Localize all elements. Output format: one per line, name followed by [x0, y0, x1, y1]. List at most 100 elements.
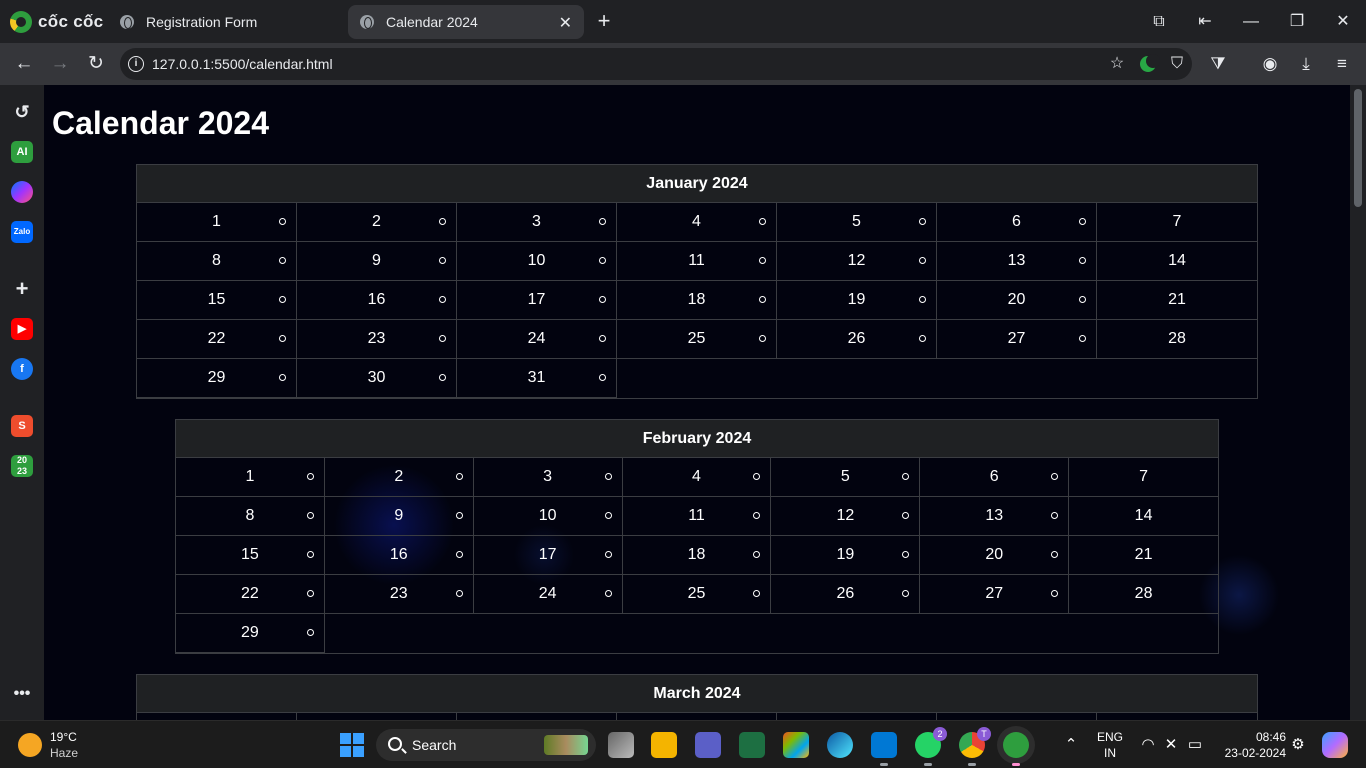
facebook-icon[interactable]: f	[11, 358, 33, 380]
more-options-icon[interactable]: •••	[11, 683, 33, 705]
day-cell[interactable]: 23	[324, 575, 474, 614]
zalo-icon[interactable]: Zalo	[11, 221, 33, 243]
day-cell[interactable]: 14	[1097, 242, 1257, 281]
day-cell[interactable]: 12	[771, 497, 921, 536]
store-icon[interactable]	[783, 732, 809, 758]
day-cell[interactable]: 9	[324, 497, 474, 536]
day-cell[interactable]: 11	[617, 242, 777, 281]
scrollbar[interactable]	[1350, 85, 1366, 720]
day-cell[interactable]: 20	[937, 281, 1097, 320]
day-cell[interactable]: 7	[1097, 203, 1257, 242]
weather-temperature[interactable]: 19°C	[50, 730, 77, 744]
download-icon[interactable]: ⤓	[1294, 52, 1318, 76]
day-cell[interactable]: 29	[137, 359, 297, 398]
day-cell[interactable]: 5	[777, 203, 937, 242]
back-history-icon[interactable]: ⇤	[1193, 10, 1217, 34]
weather-description[interactable]: Haze	[50, 746, 78, 760]
day-cell[interactable]: 2	[324, 458, 474, 497]
minimize-button[interactable]: —	[1239, 10, 1263, 34]
search-tabs-icon[interactable]: ⧉	[1147, 10, 1171, 34]
whatsapp-icon[interactable]: 2	[915, 727, 947, 766]
day-cell[interactable]: 4	[617, 203, 777, 242]
scrollbar-thumb[interactable]	[1354, 89, 1362, 207]
history-icon[interactable]: ↺	[11, 101, 33, 123]
messenger-icon[interactable]	[11, 181, 33, 203]
day-cell[interactable]: 27	[920, 575, 1070, 614]
profile-icon[interactable]: ◉	[1258, 52, 1282, 76]
day-cell[interactable]: 18	[622, 536, 772, 575]
reload-button[interactable]: ↻	[84, 52, 108, 76]
shopee-icon[interactable]: S	[11, 415, 33, 437]
day-cell[interactable]: 19	[777, 281, 937, 320]
day-cell[interactable]: 28	[1097, 320, 1257, 359]
battery-icon[interactable]: ▭	[1185, 735, 1205, 755]
day-cell[interactable]: 6	[937, 203, 1097, 242]
day-cell[interactable]: 29	[176, 614, 325, 653]
copilot-icon[interactable]	[1322, 732, 1348, 758]
day-cell[interactable]: 10	[473, 497, 623, 536]
youtube-icon[interactable]: ▶	[11, 318, 33, 340]
ai-assistant-icon[interactable]: AI	[11, 141, 33, 163]
language-region[interactable]: IN	[1094, 746, 1126, 760]
day-cell[interactable]: 26	[777, 320, 937, 359]
address-bar[interactable]: i 127.0.0.1:5500/calendar.html ☆ ⛉	[120, 48, 1192, 80]
day-cell[interactable]: 7	[1069, 458, 1218, 497]
day-cell[interactable]: 20	[920, 536, 1070, 575]
day-cell[interactable]: 8	[137, 242, 297, 281]
task-view-icon[interactable]	[608, 732, 634, 758]
day-cell[interactable]: 24	[473, 575, 623, 614]
day-cell[interactable]: 15	[176, 536, 325, 575]
day-cell[interactable]: 17	[473, 536, 623, 575]
day-cell[interactable]: 28	[1069, 575, 1218, 614]
day-cell[interactable]: 16	[297, 281, 457, 320]
vscode-icon[interactable]	[871, 732, 897, 766]
day-cell[interactable]: 15	[137, 281, 297, 320]
tab-registration-form[interactable]: Registration Form	[108, 5, 344, 39]
day-cell[interactable]: 6	[920, 458, 1070, 497]
new-tab-button[interactable]: +	[592, 8, 616, 34]
day-cell[interactable]: 27	[937, 320, 1097, 359]
day-cell[interactable]: 17	[457, 281, 617, 320]
day-cell[interactable]: 25	[617, 320, 777, 359]
day-cell[interactable]: 30	[297, 359, 457, 398]
day-cell[interactable]: 21	[1069, 536, 1218, 575]
start-button[interactable]	[340, 733, 364, 757]
day-cell[interactable]: 31	[457, 359, 617, 398]
day-cell[interactable]: 3	[473, 458, 623, 497]
day-cell[interactable]: 8	[176, 497, 325, 536]
file-explorer-icon[interactable]	[651, 732, 677, 758]
dark-mode-icon[interactable]	[1140, 54, 1160, 72]
day-cell[interactable]: 1	[176, 458, 325, 497]
extensions-icon[interactable]: ⧩	[1206, 52, 1230, 76]
day-cell[interactable]: 22	[176, 575, 325, 614]
day-cell[interactable]: 24	[457, 320, 617, 359]
browser-brand[interactable]: cốc cốc	[10, 10, 103, 34]
day-cell[interactable]: 14	[1069, 497, 1218, 536]
tab-calendar[interactable]: Calendar 2024 ✕	[348, 5, 584, 39]
notification-gear-icon[interactable]: ⚙	[1288, 735, 1308, 755]
day-cell[interactable]: 12	[777, 242, 937, 281]
back-button[interactable]: ←	[12, 52, 36, 76]
day-cell[interactable]: 25	[622, 575, 772, 614]
forward-button[interactable]: →	[48, 52, 72, 76]
excel-icon[interactable]	[739, 732, 765, 758]
bookmark-star-icon[interactable]: ☆	[1107, 54, 1127, 74]
day-cell[interactable]: 9	[297, 242, 457, 281]
day-cell[interactable]: 21	[1097, 281, 1257, 320]
weather-sun-icon[interactable]	[18, 733, 42, 757]
day-cell[interactable]: 16	[324, 536, 474, 575]
add-app-icon[interactable]: +	[11, 278, 33, 300]
day-cell[interactable]: 13	[920, 497, 1070, 536]
clock-date[interactable]: 23-02-2024	[1220, 746, 1286, 760]
wifi-icon[interactable]: ◠	[1138, 735, 1158, 755]
close-window-button[interactable]: ✕	[1331, 10, 1355, 34]
shield-icon[interactable]: ⛉	[1167, 54, 1187, 74]
teams-icon[interactable]	[695, 732, 721, 758]
calendar-app-icon[interactable]: 20 23	[11, 455, 33, 477]
day-cell[interactable]: 1	[137, 203, 297, 242]
day-cell[interactable]: 5	[771, 458, 921, 497]
menu-icon[interactable]: ≡	[1330, 52, 1354, 76]
day-cell[interactable]: 23	[297, 320, 457, 359]
speaker-muted-icon[interactable]: ✕	[1161, 735, 1181, 755]
chevron-up-icon[interactable]: ⌃	[1061, 735, 1081, 755]
